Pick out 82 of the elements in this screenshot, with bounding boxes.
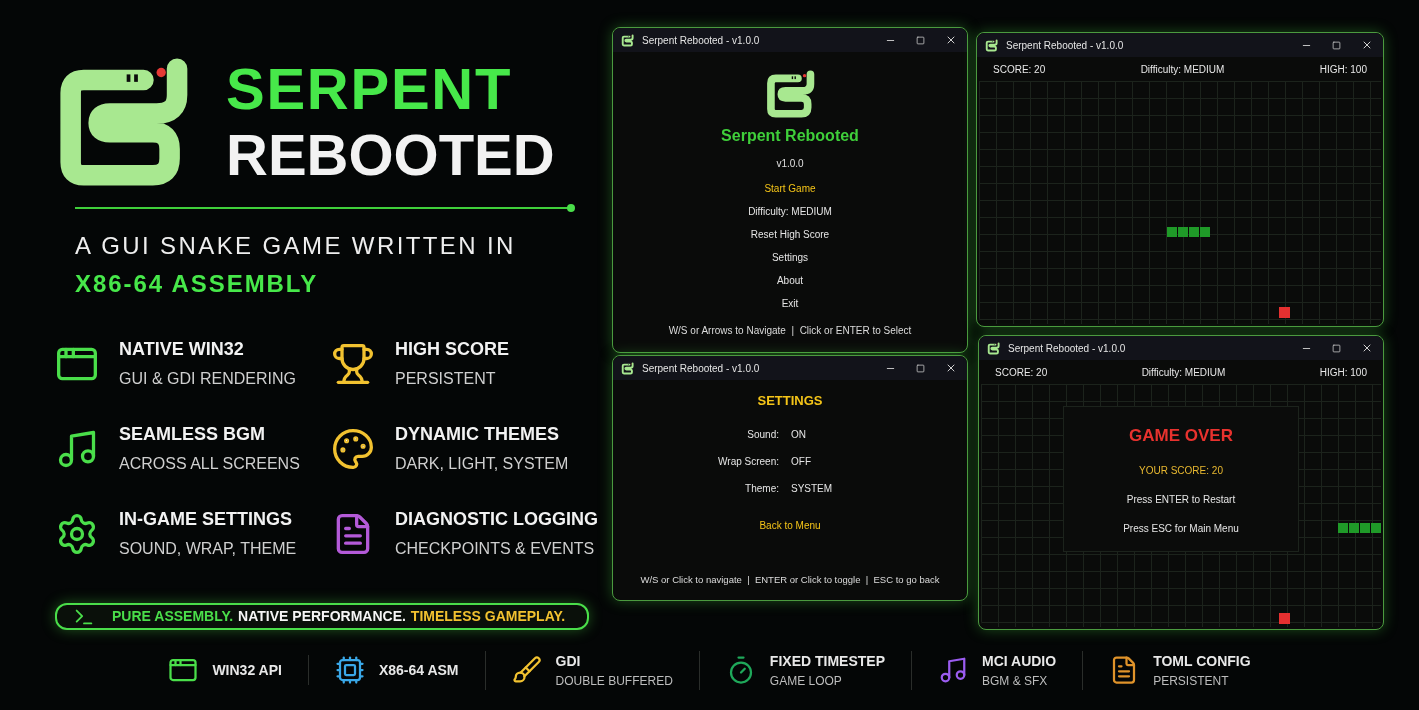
close-icon [945, 34, 957, 46]
feature-title: IN-GAME SETTINGS [119, 508, 293, 531]
tech-title: FIXED TIMESTEP [769, 651, 885, 671]
tech-subtitle: DOUBLE BUFFERED [555, 672, 673, 690]
app-name: Serpent Rebooted [721, 126, 859, 146]
maximize-button[interactable] [1330, 341, 1343, 355]
feature-subtitle: CHECKPOINTS & EVENTS [395, 539, 596, 559]
setting-value[interactable]: SYSTEM [791, 480, 881, 496]
snake-drawing [1338, 523, 1381, 533]
app-icon [985, 38, 998, 52]
tech-subtitle: BGM & SFX [982, 672, 1049, 690]
final-score: YOUR SCORE: 20 [1139, 463, 1223, 478]
settings-heading: SETTINGS [757, 392, 823, 410]
maximize-icon [1332, 40, 1341, 50]
feature-subtitle: PERSISTENT [395, 369, 497, 389]
tech-title: WIN32 API [212, 660, 282, 680]
app-icon [621, 361, 634, 375]
food-pellet [1279, 613, 1290, 624]
feature-subtitle: ACROSS ALL SCREENS [119, 454, 300, 474]
tagline-phrase: PURE ASSEMBLY. [112, 607, 234, 626]
difficulty-label: Difficulty: MEDIUM [1141, 365, 1226, 380]
tech-title: TOML CONFIG [1153, 651, 1251, 671]
menu-item[interactable]: About [776, 272, 804, 289]
menu-item[interactable]: Exit [781, 295, 799, 312]
app-icon [987, 341, 1000, 355]
main-menu-hint: Press ESC for Main Menu [1123, 521, 1239, 536]
version-label: v1.0.0 [776, 157, 804, 171]
window-title: Serpent Rebooted - v1.0.0 [1008, 341, 1126, 356]
title-serpent: SERPENT [226, 60, 514, 118]
navigation-hint: W/S or Arrows to Navigate | Click or ENTER to Select [668, 324, 912, 338]
snake-drawing [1167, 227, 1210, 237]
game-over-heading: GAME OVER [1129, 425, 1233, 447]
navigation-hint: W/S or Click to navigate | ENTER or Click to toggle | ESC to go back [640, 572, 940, 587]
window-title: Serpent Rebooted - v1.0.0 [1006, 38, 1124, 53]
high-score-label: HIGH: 100 [1319, 365, 1367, 380]
feature-title: NATIVE WIN32 [119, 338, 245, 361]
feature-title: DYNAMIC THEMES [395, 423, 560, 446]
high-score-label: HIGH: 100 [1319, 62, 1367, 77]
food-pellet [1279, 307, 1290, 318]
maximize-icon [916, 35, 925, 45]
close-icon [1361, 342, 1373, 354]
setting-label: Sound: [746, 427, 779, 442]
feature-title: DIAGNOSTIC LOGGING [395, 508, 598, 531]
tagline-phrase: TIMELESS GAMEPLAY. [410, 607, 566, 626]
feature-subtitle: GUI & GDI RENDERING [119, 369, 296, 389]
window-title: Serpent Rebooted - v1.0.0 [642, 361, 760, 376]
feature-subtitle: SOUND, WRAP, THEME [119, 539, 297, 559]
menu-item[interactable]: Difficulty: MEDIUM [748, 203, 832, 220]
setting-value[interactable]: ON [791, 426, 881, 442]
setting-value[interactable]: OFF [791, 453, 881, 469]
feature-title: HIGH SCORE [395, 338, 509, 361]
tech-subtitle: GAME LOOP [769, 672, 843, 690]
maximize-button[interactable] [914, 33, 927, 47]
menu-item[interactable]: Start Game [764, 180, 816, 197]
maximize-icon [916, 363, 925, 373]
snake-logo [764, 68, 816, 120]
tech-title: GDI [555, 651, 582, 671]
menu-item[interactable]: Settings [771, 249, 809, 266]
setting-label: Wrap Screen: [717, 454, 779, 469]
tech-subtitle: PERSISTENT [1153, 672, 1230, 690]
tech-title: X86-64 ASM [378, 660, 459, 680]
window-title: Serpent Rebooted - v1.0.0 [642, 33, 760, 48]
restart-hint: Press ENTER to Restart [1126, 492, 1236, 507]
subtitle: A GUI SNAKE GAME WRITTEN IN [75, 231, 517, 261]
close-icon [945, 362, 957, 374]
maximize-button[interactable] [1330, 38, 1343, 52]
close-icon [1361, 39, 1373, 51]
subtitle-highlight: X86-64 ASSEMBLY [75, 269, 320, 299]
feature-subtitle: DARK, LIGHT, SYSTEM [395, 454, 569, 474]
difficulty-label: Difficulty: MEDIUM [1140, 62, 1225, 77]
maximize-icon [1332, 343, 1341, 353]
title-rebooted: REBOOTED [226, 126, 555, 184]
app-icon [621, 33, 634, 47]
tech-title: MCI AUDIO [982, 651, 1057, 671]
maximize-button[interactable] [914, 361, 927, 375]
menu-item[interactable]: Reset High Score [750, 226, 830, 243]
tagline-phrase: NATIVE PERFORMANCE. [238, 607, 406, 626]
score-label: SCORE: 20 [993, 62, 1046, 77]
score-label: SCORE: 20 [995, 365, 1048, 380]
setting-label: Theme: [744, 481, 779, 496]
feature-title: SEAMLESS BGM [119, 423, 266, 446]
back-to-menu-link[interactable]: Back to Menu [759, 517, 821, 533]
